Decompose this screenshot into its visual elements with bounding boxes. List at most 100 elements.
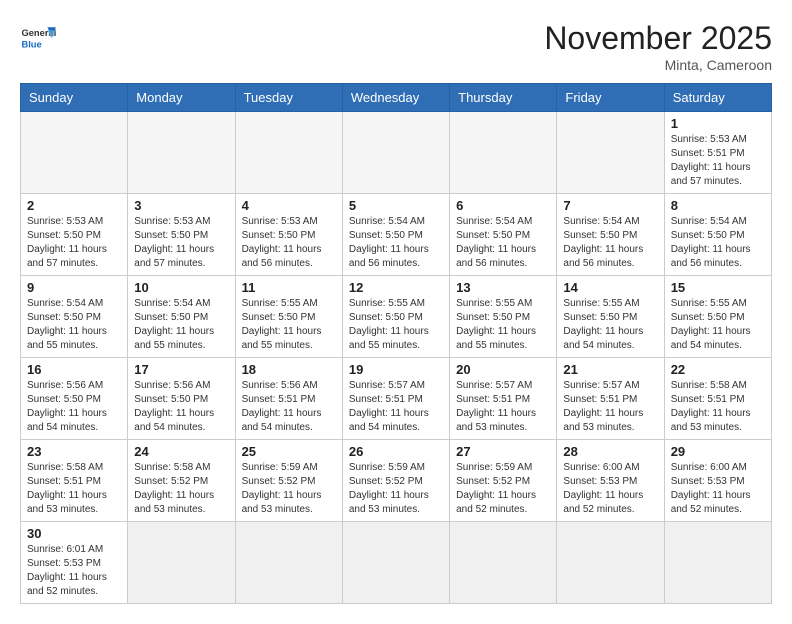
day-info: Sunrise: 5:57 AMSunset: 5:51 PMDaylight:… — [349, 379, 443, 435]
day-info: Sunrise: 6:00 AMSunset: 5:53 PMDaylight:… — [563, 461, 657, 517]
day-info: Sunrise: 5:55 AMSunset: 5:50 PMDaylight:… — [349, 297, 443, 353]
day-number: 9 — [27, 280, 121, 295]
day-number: 1 — [671, 116, 765, 131]
calendar-cell: 9 Sunrise: 5:54 AMSunset: 5:50 PMDaylight… — [21, 276, 128, 358]
day-number: 27 — [456, 444, 550, 459]
calendar-cell: 3Sunrise: 5:53 AMSunset: 5:50 PMDaylight… — [128, 194, 235, 276]
calendar-cell — [342, 112, 449, 194]
day-number: 5 — [349, 198, 443, 213]
calendar-cell: 5Sunrise: 5:54 AMSunset: 5:50 PMDaylight… — [342, 194, 449, 276]
calendar-week-row: 9 Sunrise: 5:54 AMSunset: 5:50 PMDaylight… — [21, 276, 772, 358]
calendar-week-row: 16 Sunrise: 5:56 AMSunset: 5:50 PMDayligh… — [21, 358, 772, 440]
day-number: 23 — [27, 444, 121, 459]
calendar-cell: 10Sunrise: 5:54 AMSunset: 5:50 PMDayligh… — [128, 276, 235, 358]
calendar-cell: 15 Sunrise: 5:55 AMSunset: 5:50 PMDayligh… — [664, 276, 771, 358]
weekday-header-saturday: Saturday — [664, 84, 771, 112]
calendar-cell — [450, 112, 557, 194]
calendar-cell: 30 Sunrise: 6:01 AMSunset: 5:53 PMDayligh… — [21, 522, 128, 604]
calendar-cell — [235, 112, 342, 194]
calendar-cell: 13Sunrise: 5:55 AMSunset: 5:50 PMDayligh… — [450, 276, 557, 358]
logo-icon: General Blue — [20, 20, 56, 56]
calendar-cell: 2Sunrise: 5:53 AMSunset: 5:50 PMDaylight… — [21, 194, 128, 276]
calendar-cell: 18 Sunrise: 5:56 AMSunset: 5:51 PMDayligh… — [235, 358, 342, 440]
calendar-cell: 29Sunrise: 6:00 AMSunset: 5:53 PMDayligh… — [664, 440, 771, 522]
calendar-cell: 17Sunrise: 5:56 AMSunset: 5:50 PMDayligh… — [128, 358, 235, 440]
calendar-cell — [557, 112, 664, 194]
day-info: Sunrise: 5:56 AMSunset: 5:51 PMDaylight:… — [242, 379, 336, 435]
day-number: 12 — [349, 280, 443, 295]
calendar-cell: 24Sunrise: 5:58 AMSunset: 5:52 PMDayligh… — [128, 440, 235, 522]
calendar-cell: 1 Sunrise: 5:53 AMSunset: 5:51 PMDaylight… — [664, 112, 771, 194]
day-number: 20 — [456, 362, 550, 377]
day-info: Sunrise: 5:54 AMSunset: 5:50 PMDaylight:… — [134, 297, 228, 353]
calendar-cell: 19Sunrise: 5:57 AMSunset: 5:51 PMDayligh… — [342, 358, 449, 440]
logo: General Blue — [20, 20, 56, 56]
day-number: 17 — [134, 362, 228, 377]
day-info: Sunrise: 5:54 AMSunset: 5:50 PMDaylight:… — [563, 215, 657, 271]
weekday-header-sunday: Sunday — [21, 84, 128, 112]
location-subtitle: Minta, Cameroon — [544, 57, 772, 73]
calendar-cell: 20Sunrise: 5:57 AMSunset: 5:51 PMDayligh… — [450, 358, 557, 440]
day-info: Sunrise: 5:59 AMSunset: 5:52 PMDaylight:… — [349, 461, 443, 517]
weekday-header-monday: Monday — [128, 84, 235, 112]
calendar-cell: 12 Sunrise: 5:55 AMSunset: 5:50 PMDayligh… — [342, 276, 449, 358]
day-info: Sunrise: 5:55 AMSunset: 5:50 PMDaylight:… — [671, 297, 765, 353]
weekday-header-wednesday: Wednesday — [342, 84, 449, 112]
weekday-header-thursday: Thursday — [450, 84, 557, 112]
day-info: Sunrise: 5:55 AMSunset: 5:50 PMDaylight:… — [563, 297, 657, 353]
calendar-cell: 11Sunrise: 5:55 AMSunset: 5:50 PMDayligh… — [235, 276, 342, 358]
day-info: Sunrise: 5:56 AMSunset: 5:50 PMDaylight:… — [27, 379, 121, 435]
day-number: 14 — [563, 280, 657, 295]
day-info: Sunrise: 5:59 AMSunset: 5:52 PMDaylight:… — [242, 461, 336, 517]
calendar-cell: 27 Sunrise: 5:59 AMSunset: 5:52 PMDayligh… — [450, 440, 557, 522]
calendar-cell — [450, 522, 557, 604]
calendar-cell — [235, 522, 342, 604]
calendar-cell: 16 Sunrise: 5:56 AMSunset: 5:50 PMDayligh… — [21, 358, 128, 440]
day-info: Sunrise: 5:54 AMSunset: 5:50 PMDaylight:… — [671, 215, 765, 271]
day-info: Sunrise: 5:58 AMSunset: 5:51 PMDaylight:… — [671, 379, 765, 435]
calendar-cell: 26Sunrise: 5:59 AMSunset: 5:52 PMDayligh… — [342, 440, 449, 522]
calendar-cell: 4 Sunrise: 5:53 AMSunset: 5:50 PMDaylight… — [235, 194, 342, 276]
day-number: 21 — [563, 362, 657, 377]
day-info: Sunrise: 5:53 AMSunset: 5:50 PMDaylight:… — [242, 215, 336, 271]
day-number: 7 — [563, 198, 657, 213]
day-number: 15 — [671, 280, 765, 295]
weekday-header-tuesday: Tuesday — [235, 84, 342, 112]
day-number: 25 — [242, 444, 336, 459]
calendar-cell — [664, 522, 771, 604]
calendar-week-row: 23Sunrise: 5:58 AMSunset: 5:51 PMDayligh… — [21, 440, 772, 522]
day-info: Sunrise: 5:57 AMSunset: 5:51 PMDaylight:… — [563, 379, 657, 435]
calendar-cell — [128, 112, 235, 194]
day-number: 18 — [242, 362, 336, 377]
day-number: 22 — [671, 362, 765, 377]
header: General Blue November 2025 Minta, Camero… — [20, 20, 772, 73]
calendar-cell: 22 Sunrise: 5:58 AMSunset: 5:51 PMDayligh… — [664, 358, 771, 440]
calendar-cell — [128, 522, 235, 604]
calendar-cell: 21 Sunrise: 5:57 AMSunset: 5:51 PMDayligh… — [557, 358, 664, 440]
day-number: 11 — [242, 280, 336, 295]
calendar-week-row: 2 Sunrise: 5:53 AMSunset: 5:50 PMDaylight… — [21, 194, 772, 276]
calendar-week-row: 30 Sunrise: 6:01 AMSunset: 5:53 PMDayligh… — [21, 522, 772, 604]
calendar-cell: 8Sunrise: 5:54 AMSunset: 5:50 PMDaylight… — [664, 194, 771, 276]
calendar-cell: 28 Sunrise: 6:00 AMSunset: 5:53 PMDayligh… — [557, 440, 664, 522]
title-section: November 2025 Minta, Cameroon — [544, 20, 772, 73]
calendar-cell: 23Sunrise: 5:58 AMSunset: 5:51 PMDayligh… — [21, 440, 128, 522]
day-info: Sunrise: 5:55 AMSunset: 5:50 PMDaylight:… — [456, 297, 550, 353]
day-number: 30 — [27, 526, 121, 541]
day-info: Sunrise: 5:54 AMSunset: 5:50 PMDaylight:… — [27, 297, 121, 353]
calendar-week-row: 1 Sunrise: 5:53 AMSunset: 5:51 PMDaylight… — [21, 112, 772, 194]
day-number: 24 — [134, 444, 228, 459]
day-number: 6 — [456, 198, 550, 213]
day-info: Sunrise: 5:59 AMSunset: 5:52 PMDaylight:… — [456, 461, 550, 517]
day-number: 28 — [563, 444, 657, 459]
day-number: 16 — [27, 362, 121, 377]
day-info: Sunrise: 5:54 AMSunset: 5:50 PMDaylight:… — [456, 215, 550, 271]
day-number: 4 — [242, 198, 336, 213]
day-info: Sunrise: 6:01 AMSunset: 5:53 PMDaylight:… — [27, 543, 121, 599]
svg-text:Blue: Blue — [21, 39, 41, 49]
day-number: 3 — [134, 198, 228, 213]
day-info: Sunrise: 5:53 AMSunset: 5:51 PMDaylight:… — [671, 133, 765, 189]
calendar: SundayMondayTuesdayWednesdayThursdayFrid… — [20, 83, 772, 604]
weekday-header-friday: Friday — [557, 84, 664, 112]
day-number: 2 — [27, 198, 121, 213]
